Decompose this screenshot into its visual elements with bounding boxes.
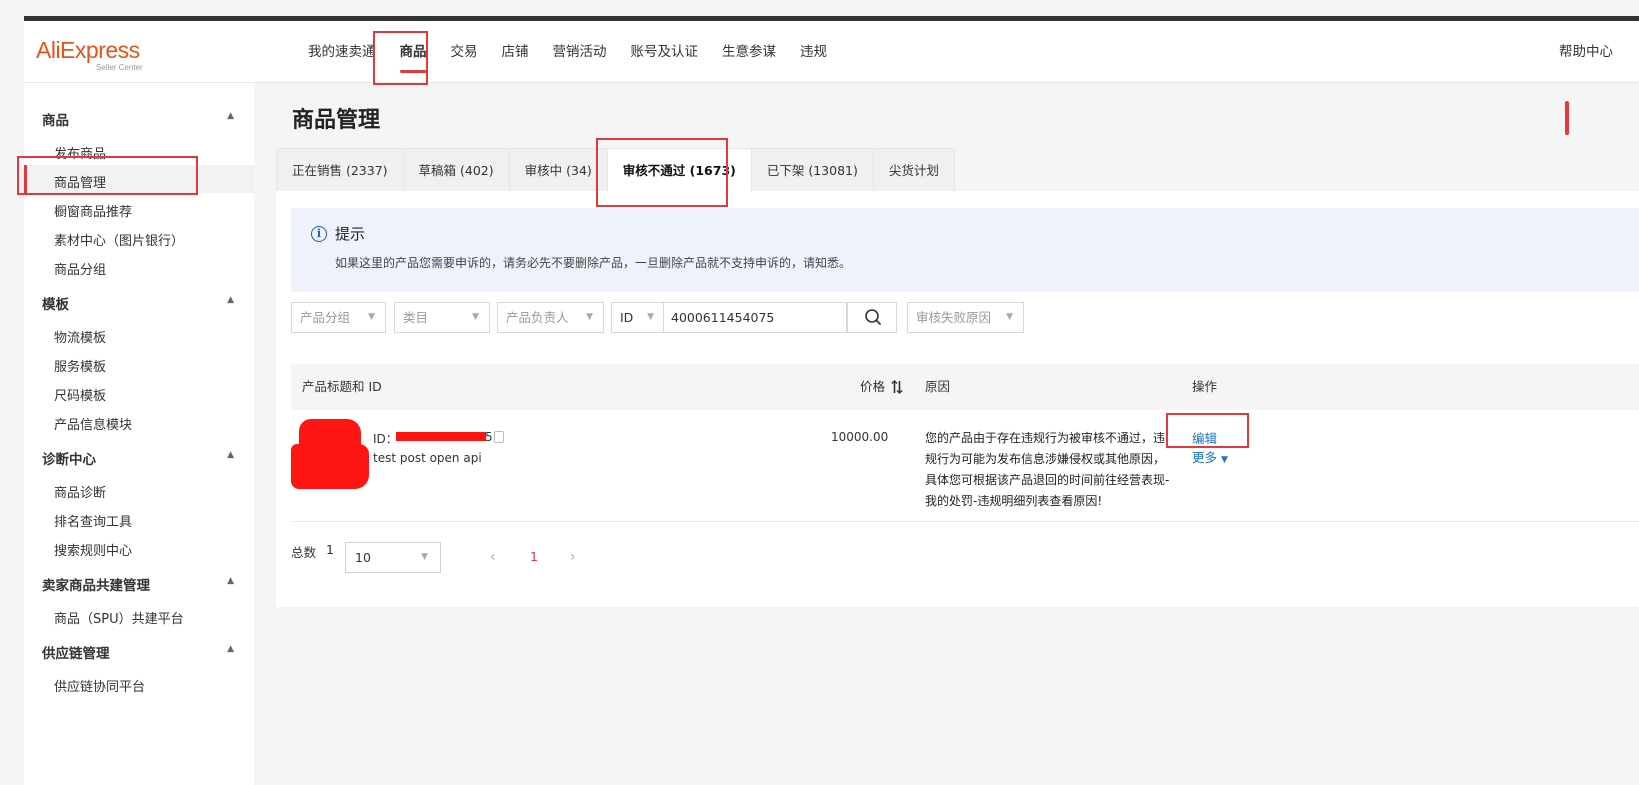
collapse-caret-icon[interactable]: ▲ (227, 450, 234, 460)
category-placeholder: 类目 (403, 310, 429, 325)
total-label: 总数 (291, 545, 317, 560)
sidebar-group-co-build[interactable]: 卖家商品共建管理 (42, 574, 150, 594)
sidebar-item-showcase[interactable]: 橱窗商品推荐 (54, 201, 132, 220)
sidebar-group-templates[interactable]: 模板 (42, 293, 69, 313)
sidebar: 商品 ▲ 发布商品 商品管理 橱窗商品推荐 素材中心（图片银行） 商品分组 模板… (24, 83, 254, 785)
search-icon (865, 309, 881, 325)
notice-title: 提示 (335, 225, 366, 243)
sidebar-item-publish-product[interactable]: 发布商品 (54, 143, 106, 162)
product-group-placeholder: 产品分组 (300, 310, 351, 325)
notice-text: 如果这里的产品您需要申诉的，请务必先不要删除产品，一旦删除产品就不支持申诉的，请… (335, 256, 852, 270)
nav-orders[interactable]: 交易 (439, 21, 490, 83)
sidebar-item-product-diagnosis[interactable]: 商品诊断 (54, 482, 106, 501)
tab-review-failed[interactable]: 审核不通过 (1673) (606, 148, 752, 192)
nav-products[interactable]: 商品 (388, 21, 439, 83)
edit-link[interactable]: 编辑 (1192, 428, 1217, 447)
page-size-value: 10 (355, 550, 371, 565)
page-size-select[interactable]: 10 ▼ (345, 542, 441, 573)
category-select[interactable]: 类目 ▼ (394, 302, 490, 333)
help-center-link[interactable]: 帮助中心 (1559, 21, 1613, 83)
chevron-down-icon: ▼ (1006, 312, 1013, 322)
nav-store[interactable]: 店铺 (490, 21, 541, 83)
sidebar-item-product-groups[interactable]: 商品分组 (54, 259, 106, 278)
nav-marketing[interactable]: 营销活动 (541, 21, 619, 83)
header: AliExpress Seller Center 我的速卖通 商品 交易 店铺 … (24, 21, 1639, 83)
sidebar-item-shipping-template[interactable]: 物流模板 (54, 327, 106, 346)
fail-reason-placeholder: 审核失败原因 (916, 310, 992, 325)
sidebar-item-search-rules[interactable]: 搜索规则中心 (54, 540, 132, 559)
table-header: 产品标题和 ID 价格 原因 操作 (291, 364, 1639, 410)
th-title-id: 产品标题和 ID (302, 379, 382, 394)
table-row: ID： 5 test post open api 10000.00 您的产品由于… (291, 410, 1639, 522)
sidebar-group-supply-chain[interactable]: 供应链管理 (42, 642, 110, 662)
chevron-down-icon: ▼ (586, 312, 593, 322)
tab-premium-plan[interactable]: 尖货计划 (872, 148, 955, 192)
copy-icon[interactable] (494, 431, 504, 443)
sidebar-item-service-template[interactable]: 服务模板 (54, 356, 106, 375)
product-name[interactable]: test post open api (373, 451, 482, 465)
tab-offline[interactable]: 已下架 (13081) (750, 148, 874, 192)
info-icon: i (311, 226, 327, 242)
id-type-select[interactable]: ID ▼ (611, 302, 664, 333)
top-nav: 我的速卖通 商品 交易 店铺 营销活动 账号及认证 生意参谋 违规 (296, 21, 839, 83)
chevron-down-icon: ▼ (647, 312, 654, 322)
tab-on-sale[interactable]: 正在销售 (2337) (276, 148, 404, 192)
sidebar-item-spu-platform[interactable]: 商品（SPU）共建平台 (54, 608, 184, 627)
sidebar-item-supply-chain-platform[interactable]: 供应链协同平台 (54, 676, 145, 695)
th-price[interactable]: 价格 (860, 364, 885, 410)
sort-icon[interactable] (891, 380, 903, 394)
collapse-caret-icon[interactable]: ▲ (227, 295, 234, 305)
fail-reason-select[interactable]: 审核失败原因 ▼ (907, 302, 1024, 333)
sidebar-active-bar (24, 165, 27, 193)
product-id-tail: 5 (485, 430, 493, 444)
prev-page-icon[interactable]: ‹ (490, 549, 496, 565)
product-price: 10000.00 (831, 430, 889, 444)
nav-violations[interactable]: 违规 (788, 21, 839, 83)
id-type-value: ID (620, 310, 634, 325)
nav-account[interactable]: 账号及认证 (619, 21, 711, 83)
sidebar-item-media-center[interactable]: 素材中心（图片银行） (54, 230, 184, 249)
chevron-down-icon: ▼ (368, 312, 375, 322)
nav-business-advisor[interactable]: 生意参谋 (710, 21, 788, 83)
reject-reason: 您的产品由于存在违规行为被审核不通过，违规行为可能为发布信息涉嫌侵权或其他原因，… (925, 431, 1170, 508)
chevron-down-icon: ▼ (472, 312, 479, 322)
next-page-icon[interactable]: › (570, 549, 576, 565)
sidebar-item-ranking-tool[interactable]: 排名查询工具 (54, 511, 132, 530)
collapse-caret-icon[interactable]: ▲ (227, 111, 234, 121)
chevron-down-icon: ▼ (421, 552, 428, 562)
product-id-label: ID： (373, 432, 398, 446)
page-title: 商品管理 (292, 108, 381, 133)
owner-select[interactable]: 产品负责人 ▼ (497, 302, 604, 333)
logo-sub: Seller Center (96, 63, 143, 72)
redacted-id (396, 432, 486, 441)
sidebar-item-product-info-module[interactable]: 产品信息模块 (54, 414, 132, 433)
sidebar-group-diagnosis[interactable]: 诊断中心 (42, 448, 96, 468)
sidebar-item-size-template[interactable]: 尺码模板 (54, 385, 106, 404)
redacted-image (291, 444, 369, 489)
more-link[interactable]: 更多 ▼ (1192, 447, 1228, 466)
sidebar-group-products[interactable]: 商品 (42, 109, 69, 129)
tab-under-review[interactable]: 审核中 (34) (508, 148, 608, 192)
status-tabs: 正在销售 (2337) 草稿箱 (402) 审核中 (34) 审核不通过 (16… (276, 148, 955, 192)
content-panel: i 提示 如果这里的产品您需要申诉的，请务必先不要删除产品，一旦删除产品就不支持… (276, 191, 1639, 607)
aliexpress-logo[interactable]: AliExpress Seller Center (36, 37, 143, 72)
page-number-current[interactable]: 1 (530, 549, 538, 564)
collapse-caret-icon[interactable]: ▲ (227, 576, 234, 586)
total-count: 1 (326, 542, 334, 557)
id-search-input[interactable]: 4000611454075 (663, 302, 847, 333)
sidebar-item-product-management[interactable]: 商品管理 (54, 172, 106, 191)
caret-down-icon: ▼ (1221, 455, 1228, 465)
notice-box: i 提示 如果这里的产品您需要申诉的，请务必先不要删除产品，一旦删除产品就不支持… (291, 208, 1639, 292)
owner-placeholder: 产品负责人 (506, 310, 569, 325)
more-label: 更多 (1192, 450, 1218, 465)
th-action: 操作 (1192, 379, 1218, 394)
logo-brand: AliExpress (36, 37, 140, 63)
search-button[interactable] (847, 302, 897, 333)
nav-my-aliexpress[interactable]: 我的速卖通 (296, 21, 388, 83)
edge-marker (1565, 101, 1569, 135)
collapse-caret-icon[interactable]: ▲ (227, 644, 234, 654)
tab-drafts[interactable]: 草稿箱 (402) (402, 148, 510, 192)
product-group-select[interactable]: 产品分组 ▼ (291, 302, 386, 333)
th-reason: 原因 (925, 379, 951, 394)
